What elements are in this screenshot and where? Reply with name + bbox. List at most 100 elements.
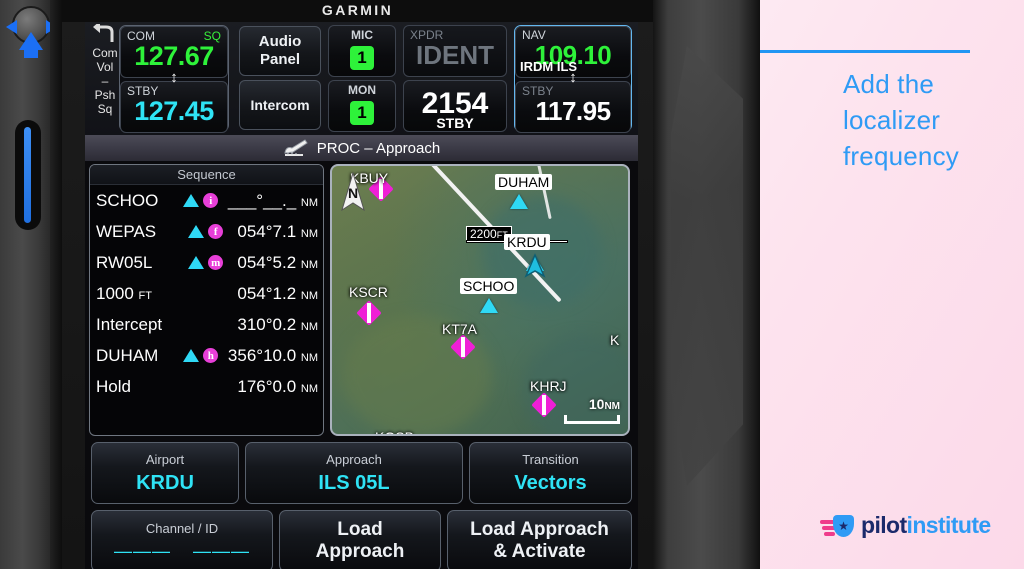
sequence-row-course: 176°: [237, 376, 273, 396]
shield-icon: ★: [833, 514, 854, 537]
waypoint-triangle-icon: [188, 225, 205, 238]
sequence-list[interactable]: SCHOO i ___° __._ NM WEPAS f 054° 7.1 NM RW05L m 0…: [90, 185, 323, 402]
approach-value: ILS 05L: [318, 471, 390, 494]
transition-button[interactable]: Transition Vectors: [469, 442, 632, 504]
sequence-row[interactable]: WEPAS f 054° 7.1 NM: [90, 216, 323, 247]
com-active-frequency: 127.67: [134, 41, 214, 71]
garmin-logo: GARMIN: [321, 2, 394, 18]
nav-radio-group: NAV 109.10 IRDM ILS ↕ STBY 117.95: [514, 25, 632, 133]
svg-text:N: N: [348, 185, 358, 201]
knob-push-arrow-stem-icon: [24, 46, 38, 58]
airport-value: KRDU: [136, 471, 194, 494]
load-approach-button[interactable]: Load Approach: [279, 510, 441, 569]
load-approach-and-activate-button[interactable]: Load Approach & Activate: [447, 510, 632, 569]
logo-wing-3: [824, 531, 835, 536]
waypoint-type-badge: h: [203, 348, 219, 363]
bezel-left-rail: [0, 0, 62, 569]
sequence-panel: Sequence SCHOO i ___° __._ NM WEPAS f 054° 7.1 …: [89, 164, 324, 436]
sequence-row[interactable]: Intercept 310° 0.2 NM: [90, 309, 323, 340]
ownship-icon: [520, 252, 548, 280]
com-standby-field[interactable]: STBY 127.45: [120, 81, 228, 133]
mon-field[interactable]: MON 1: [328, 80, 396, 132]
gtn-screen: Com Vol – Psh Sq COM SQ 127.67 ↕ STBY 12…: [85, 22, 638, 569]
radio-strip: Com Vol – Psh Sq COM SQ 127.67 ↕ STBY 12…: [85, 22, 638, 135]
sequence-row[interactable]: 1000 FT 054° 1.2 NM: [90, 278, 323, 309]
intercom-button[interactable]: Intercom: [239, 80, 321, 130]
logo-wordmark: pilotinstitute: [861, 512, 991, 539]
pilot-institute-logo: ★ pilotinstitute: [820, 512, 991, 539]
xpdr-ident-button[interactable]: XPDR IDENT: [403, 25, 507, 77]
airport-caption: Airport: [145, 451, 185, 467]
map-label: KRDU: [504, 234, 550, 250]
map-scale-value: 10: [588, 396, 605, 412]
mic-label: MIC: [351, 28, 373, 42]
sequence-row-distance: 7.1 NM: [272, 221, 318, 241]
sequence-row-name: Hold: [96, 376, 131, 396]
sequence-header: Sequence: [90, 165, 323, 185]
com-vol-line-3: –: [101, 74, 109, 88]
sequence-row[interactable]: SCHOO i ___° __._ NM: [90, 185, 323, 216]
map-scale-unit: NM: [604, 401, 620, 412]
audio-panel-line-2: Panel: [259, 51, 301, 68]
load-activate-line-2: & Activate: [493, 541, 586, 562]
annotation-line-1: Add the: [843, 69, 935, 99]
sequence-row-name: DUHAM: [96, 345, 159, 365]
map-label: SCHOO: [460, 278, 518, 294]
waypoint-triangle-icon: [183, 349, 200, 362]
sequence-row-name: 1000 FT: [96, 283, 152, 303]
sequence-row-name: WEPAS: [96, 221, 157, 241]
logo-text-pilot: pilot: [861, 512, 907, 538]
sequence-row-distance: 10.0 NM: [263, 345, 318, 365]
audio-panel-line-1: Audio: [258, 33, 302, 50]
annotation-line-2: localizer: [843, 105, 941, 135]
com-vol-line-1: Com: [92, 46, 118, 60]
knob-rotate-right-arrow-icon: [46, 20, 57, 34]
sequence-row[interactable]: DUHAM h 356° 10.0 NM: [90, 340, 323, 371]
mic-field[interactable]: MIC 1: [328, 25, 396, 77]
airport-kscr-icon: [356, 300, 382, 326]
mic-value: 1: [350, 46, 374, 70]
sequence-row-course: 356°: [227, 345, 264, 365]
xpdr-ident-text: IDENT: [416, 40, 494, 70]
back-arrow-icon: [89, 22, 121, 46]
sequence-row[interactable]: RW05L m 054° 5.2 NM: [90, 247, 323, 278]
sequence-row-distance: 0.2 NM: [272, 314, 318, 334]
sequence-row-distance: 0.0 NM: [272, 376, 318, 396]
xpdr-code-field[interactable]: 2154 STBY: [403, 80, 507, 132]
sequence-row-icons: h: [183, 348, 222, 363]
channel-id-button[interactable]: Channel / ID ——— ———: [91, 510, 273, 569]
sequence-row-distance: 5.2 NM: [272, 252, 318, 272]
sequence-row-course: 054°: [237, 283, 273, 303]
com-radio-group: COM SQ 127.67 ↕ STBY 127.45: [119, 25, 229, 133]
channel-id-caption: Channel / ID: [145, 520, 219, 536]
approach-button[interactable]: Approach ILS 05L: [245, 442, 463, 504]
annotation-text: Add the localizer frequency: [843, 66, 1024, 174]
mon-value: 1: [350, 101, 374, 125]
waypoint-schoo-icon: [480, 298, 498, 313]
sequence-row[interactable]: Hold 176° 0.0 NM: [90, 371, 323, 402]
dual-concentric-knob[interactable]: [2, 2, 58, 58]
waypoint-triangle-icon: [188, 256, 205, 269]
map-label: KGSB: [375, 429, 414, 434]
approach-caption: Approach: [326, 451, 382, 467]
sequence-row-course: 054°: [237, 252, 273, 272]
nav-swap-icon[interactable]: ↕: [569, 69, 577, 86]
nav-standby-field[interactable]: STBY 117.95: [515, 81, 631, 133]
sequence-row-name: Intercept: [96, 314, 163, 334]
xpdr-group: XPDR IDENT 2154 STBY: [403, 25, 507, 132]
com-swap-icon[interactable]: ↕: [170, 69, 178, 86]
approach-map[interactable]: 2200FT KBUYDUHAMKRDUSCHOOKSCRKT7AKHRJKGS…: [330, 164, 630, 436]
sd-card-slot[interactable]: [15, 120, 41, 230]
map-label: KHRJ: [530, 378, 567, 394]
sequence-row-course: 054°: [237, 221, 273, 241]
load-approach-line-1: Load: [337, 519, 383, 540]
nav-standby-frequency: 117.95: [535, 96, 611, 126]
waypoint-duham-icon: [510, 194, 528, 209]
bezel-right-rail: HOME –D‣: [653, 0, 760, 569]
waypoint-type-badge: f: [208, 224, 224, 239]
page-title: PROC – Approach: [316, 139, 441, 157]
audio-panel-button[interactable]: Audio Panel: [239, 26, 321, 76]
logo-text-institute: institute: [906, 512, 992, 538]
mic-mon-group: MIC 1 MON 1: [328, 25, 396, 132]
airport-button[interactable]: Airport KRDU: [91, 442, 239, 504]
